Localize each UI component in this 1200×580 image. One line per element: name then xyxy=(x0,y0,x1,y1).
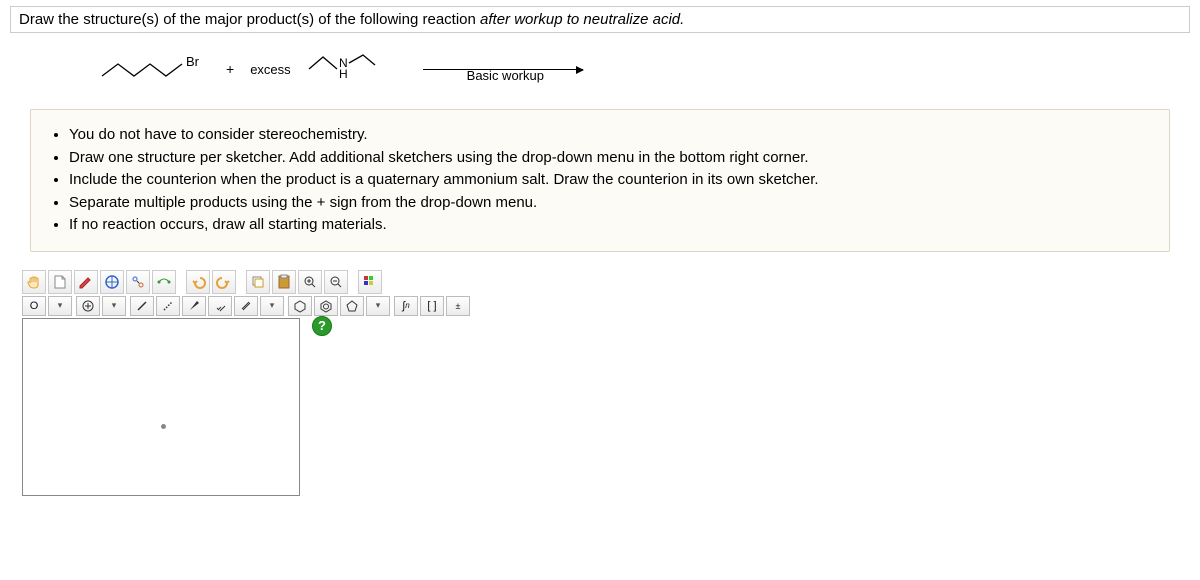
help-button[interactable]: ? xyxy=(312,316,332,336)
redo-icon[interactable] xyxy=(212,270,236,294)
wedge-bond-icon[interactable] xyxy=(182,296,206,316)
hand-tool-icon[interactable] xyxy=(22,270,46,294)
reagent-alkyl-bromide: Br xyxy=(100,54,210,84)
bond-dropdown-icon[interactable]: ▾ xyxy=(260,296,284,316)
question-prefix: Draw the structure(s) of the major produ… xyxy=(19,11,480,28)
instruction-item: You do not have to consider stereochemis… xyxy=(69,124,1153,147)
question-text: Draw the structure(s) of the major produ… xyxy=(19,11,684,28)
reagent-amine: N H xyxy=(307,49,377,89)
toolbar-row-2: O ▾ ▾ ▾ ▾ ∫n [ ] ± xyxy=(22,296,1190,316)
move-icon[interactable] xyxy=(100,270,124,294)
paste-icon[interactable] xyxy=(272,270,296,294)
open-file-icon[interactable] xyxy=(48,270,72,294)
instruction-item: Include the counterion when the product … xyxy=(69,169,1153,192)
plus-sign: + xyxy=(226,61,234,77)
copy-icon[interactable] xyxy=(246,270,270,294)
add-atom-icon[interactable] xyxy=(76,296,100,316)
add-dropdown-icon[interactable]: ▾ xyxy=(102,296,126,316)
ring-hexagon-icon[interactable] xyxy=(288,296,312,316)
ring-dropdown-icon[interactable]: ▾ xyxy=(366,296,390,316)
canvas-center-dot xyxy=(161,424,166,429)
zoom-in-icon[interactable] xyxy=(298,270,322,294)
dotted-bond-icon[interactable] xyxy=(156,296,180,316)
sketcher: O ▾ ▾ ▾ ▾ ∫n [ ] ± ? xyxy=(22,270,1190,496)
instruction-item: Draw one structure per sketcher. Add add… xyxy=(69,147,1153,170)
undo-icon[interactable] xyxy=(186,270,210,294)
single-bond-icon[interactable] xyxy=(130,296,154,316)
integral-n-icon[interactable]: ∫n xyxy=(394,296,418,316)
hash-bond-icon[interactable] xyxy=(208,296,232,316)
question-italic: after workup to neutralize acid. xyxy=(480,11,684,28)
excess-label: excess xyxy=(250,62,290,77)
charge-icon[interactable]: ± xyxy=(446,296,470,316)
color-tool-icon[interactable] xyxy=(358,270,382,294)
instruction-item: Separate multiple products using the + s… xyxy=(69,192,1153,215)
h-label: H xyxy=(339,67,348,81)
double-bond-icon[interactable] xyxy=(234,296,258,316)
ring-benzene-icon[interactable] xyxy=(314,296,338,316)
clean-icon[interactable] xyxy=(152,270,176,294)
zoom-out-icon[interactable] xyxy=(324,270,348,294)
toolbar-row-1 xyxy=(22,270,1190,294)
reaction-arrow: Basic workup xyxy=(423,54,583,84)
edit-icon[interactable] xyxy=(74,270,98,294)
atom-dropdown-icon[interactable]: ▾ xyxy=(48,296,72,316)
ring-pentagon-icon[interactable] xyxy=(340,296,364,316)
zoom-fit-icon[interactable] xyxy=(126,270,150,294)
instructions-box: You do not have to consider stereochemis… xyxy=(30,109,1170,252)
instruction-item: If no reaction occurs, draw all starting… xyxy=(69,214,1153,237)
question-bar: Draw the structure(s) of the major produ… xyxy=(10,6,1190,33)
arrow-label: Basic workup xyxy=(467,68,544,83)
sketcher-canvas[interactable] xyxy=(22,318,300,496)
br-label: Br xyxy=(186,54,200,69)
reaction-scheme: Br + excess N H Basic workup xyxy=(100,49,1190,89)
atom-selector[interactable]: O xyxy=(22,296,46,316)
bracket-icon[interactable]: [ ] xyxy=(420,296,444,316)
